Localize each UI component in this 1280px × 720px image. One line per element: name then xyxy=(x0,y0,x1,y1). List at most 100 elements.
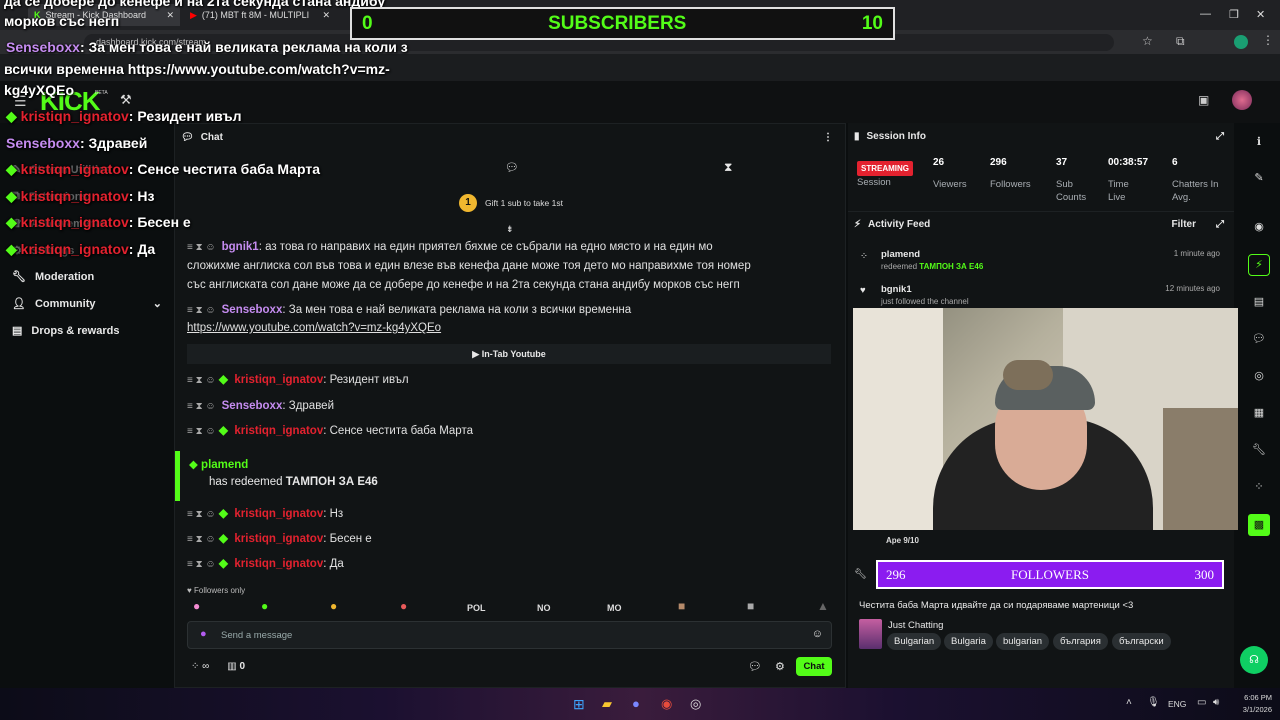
sidebar-item-drops-rewards[interactable]: ▤ Drops & rewards xyxy=(12,324,119,338)
category-thumbnail[interactable] xyxy=(859,619,882,649)
hammer-icon[interactable]: ⚒ xyxy=(120,92,132,108)
chat-message[interactable]: ≡ ⧗ ☺ Senseboxx: Здравей xyxy=(187,397,817,416)
gear-icon[interactable]: ⚙ xyxy=(775,660,785,673)
volume-icon[interactable]: 🔊︎ xyxy=(1213,697,1219,708)
cast-icon[interactable]: ▣ xyxy=(1198,93,1209,107)
broadcast-icon[interactable]: ◎ xyxy=(1250,367,1268,385)
chat-message[interactable]: ≡ ⧗ ☺ ◆ kristiqn_ignatov: Да xyxy=(187,555,817,574)
chat-send-button[interactable]: Chat xyxy=(796,657,832,676)
sidebar-item-moderation[interactable]: 🔧︎ Moderation xyxy=(12,270,94,284)
bookmark-star-icon[interactable]: ☆ xyxy=(1142,34,1153,48)
tab-label: (71) МВТ ft 8М - MULTIPLI xyxy=(201,10,310,20)
emoji-icon[interactable]: ☺ xyxy=(812,628,823,640)
hourglass-icon[interactable]: ⧗ xyxy=(724,160,732,175)
chat-bubble-icon[interactable]: 💬︎ xyxy=(1250,330,1268,348)
tag[interactable]: български xyxy=(1112,633,1171,650)
chat-mode-icon[interactable]: 💬︎ xyxy=(505,161,519,174)
heart-icon: ♥ xyxy=(187,586,194,595)
tag[interactable]: Bulgarian xyxy=(887,633,942,650)
stat-chatters: 6 Chatters In Avg. xyxy=(1172,157,1219,203)
chat-bubble-icon[interactable]: 💬︎ xyxy=(748,660,762,673)
popout-icon[interactable]: ⤢ xyxy=(1216,131,1224,142)
overlay-line: Senseboxx: За мен това е най великата ре… xyxy=(6,39,408,55)
wrench-icon[interactable]: 🔧︎ xyxy=(1250,441,1268,459)
message-input[interactable]: ● Send a message ☺ xyxy=(187,621,832,649)
chat-message[interactable]: ≡ ⧗ ☺ ◆ kristiqn_ignatov: Нз xyxy=(187,505,817,524)
emote-icon[interactable]: ● xyxy=(261,599,268,613)
close-window-icon[interactable]: ✕ xyxy=(1256,8,1265,21)
sidebar-item-community[interactable]: 👤︎ Community ⌄ xyxy=(12,297,162,311)
redeem-message[interactable]: ◆ plamend has redeemed ТАМПОН ЗА Е46 xyxy=(189,457,378,488)
emote-mo[interactable]: MO xyxy=(607,603,622,613)
chat-message[interactable]: ≡ ⧗ ☺ bgnik1: аз това го направих на един… xyxy=(187,238,817,257)
bolt-icon: ⚡︎ xyxy=(854,219,862,230)
activity-item[interactable]: ♥ bgnik1 just followed the channel 12 mi… xyxy=(860,284,1220,306)
gift-icon: ▤ xyxy=(12,325,23,337)
overlay-line: всички временна https://www.youtube.com/… xyxy=(4,61,390,77)
close-icon[interactable]: ✕ xyxy=(322,10,330,21)
menu-dots-icon[interactable]: ⋮ xyxy=(1262,33,1274,47)
overlay-line: да се добере до кенефе и на 2та секунда … xyxy=(4,0,386,9)
chat-link[interactable]: https://www.youtube.com/watch?v=mz-kg4yX… xyxy=(187,319,817,338)
info-icon[interactable]: ℹ xyxy=(1250,133,1268,151)
stat-session: Session xyxy=(857,177,891,188)
emote-icon[interactable]: ■ xyxy=(678,599,685,613)
extensions-icon[interactable]: ⧉ xyxy=(1176,34,1185,49)
language-indicator[interactable]: ENG xyxy=(1168,699,1186,709)
stack-icon[interactable]: ▦ xyxy=(1250,404,1268,422)
beta-label: BETA xyxy=(95,90,108,96)
profile-avatar-icon[interactable] xyxy=(1234,35,1248,49)
emote-icon[interactable]: ■ xyxy=(747,599,754,613)
clock[interactable]: 6:06 PM 3/1/2026 xyxy=(1232,693,1272,714)
overlay-line: морков със негп xyxy=(4,13,120,29)
network-icon[interactable]: ▭ xyxy=(1197,697,1206,708)
activity-item[interactable]: ⁘ plamend redeemed ТАМПОН ЗА Е46 1 minut… xyxy=(860,249,1220,271)
subscribers-start: 0 xyxy=(362,12,373,34)
obs-icon[interactable]: ◎ xyxy=(690,696,701,712)
intab-youtube-bar[interactable]: ▶ In-Tab Youtube xyxy=(187,344,831,364)
camera-icon[interactable]: ◉ xyxy=(1250,218,1268,236)
emote-icon[interactable]: ● xyxy=(193,599,200,613)
close-icon[interactable]: ✕ xyxy=(166,10,174,21)
more-options-icon[interactable]: ⋮ xyxy=(823,132,833,143)
gift-sub-banner[interactable]: 1 Gift 1 sub to take 1st xyxy=(459,194,563,212)
chat-message[interactable]: ≡ ⧗ ☺ Senseboxx: За мен това е най велика… xyxy=(187,301,817,320)
restore-icon[interactable]: ❐ xyxy=(1229,8,1239,21)
chevron-down-icon: ⌄ xyxy=(152,298,162,310)
overlay-line: kg4yXQEo xyxy=(4,82,75,98)
chrome-icon[interactable]: ◉ xyxy=(661,696,672,712)
infinity-icon[interactable]: ⁘ ∞ xyxy=(191,661,209,672)
user-avatar[interactable] xyxy=(1232,90,1252,110)
edit-icon[interactable]: ✎ xyxy=(1250,169,1268,187)
emote-pol[interactable]: POL xyxy=(467,603,486,613)
emote-no[interactable]: NO xyxy=(537,603,551,613)
chat-message[interactable]: ≡ ⧗ ☺ ◆ kristiqn_ignatov: Резидент ивъл xyxy=(187,371,817,390)
tag[interactable]: Bulgaria xyxy=(944,633,993,650)
chat-message[interactable]: ≡ ⧗ ☺ ◆ kristiqn_ignatov: Бесен е xyxy=(187,530,817,549)
tag[interactable]: българия xyxy=(1053,633,1108,650)
subscribers-target: 10 xyxy=(861,12,883,34)
bolt-icon[interactable]: ⚡︎ xyxy=(1248,254,1270,276)
explorer-icon[interactable]: ▰ xyxy=(602,696,612,712)
store-icon[interactable]: ▥ 0 xyxy=(227,661,245,672)
filter-button[interactable]: Filter xyxy=(1172,219,1196,230)
help-icon[interactable]: ☊ xyxy=(1240,646,1268,674)
session-info-title: Session Info xyxy=(866,130,926,142)
emote-icon[interactable]: ● xyxy=(400,599,407,613)
clipboard-icon[interactable]: ▤ xyxy=(1250,293,1268,311)
discord-icon[interactable]: ● xyxy=(632,696,640,711)
popout-icon[interactable]: ⤢ xyxy=(1216,219,1224,230)
reward-icon[interactable]: ⁘ xyxy=(1250,478,1268,496)
microphone-icon[interactable]: ● xyxy=(200,628,207,640)
emote-icon[interactable]: ● xyxy=(330,599,337,613)
category-name[interactable]: Just Chatting xyxy=(888,620,943,631)
emote-icon[interactable]: ▲ xyxy=(817,599,829,613)
window-light xyxy=(853,308,943,530)
microphone-icon[interactable]: 🎙︎ xyxy=(1147,697,1160,708)
start-icon[interactable]: ⊞ xyxy=(573,696,585,713)
tag[interactable]: bulgarian xyxy=(996,633,1050,650)
minimize-icon[interactable]: — xyxy=(1200,8,1211,20)
grid-icon[interactable]: ▩ xyxy=(1248,514,1270,536)
chat-message[interactable]: ≡ ⧗ ☺ ◆ kristiqn_ignatov: Сенсе честита б… xyxy=(187,422,817,441)
chevron-up-icon[interactable]: ˄ xyxy=(1126,697,1132,708)
